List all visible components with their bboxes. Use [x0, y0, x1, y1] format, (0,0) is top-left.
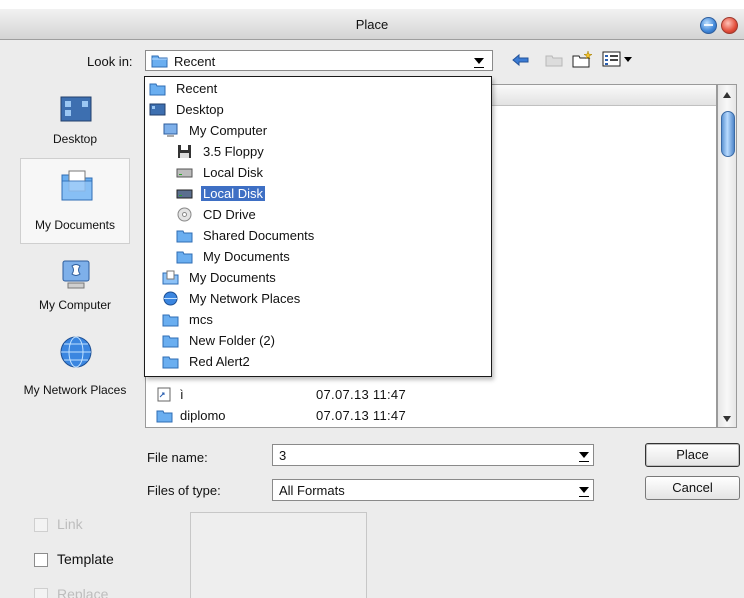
dropdown-item-label: 3.5 Floppy — [203, 144, 264, 159]
floppy-icon — [178, 145, 191, 158]
replace-label: Replace — [57, 586, 109, 598]
folder-icon — [149, 83, 166, 96]
my-computer-icon — [163, 123, 178, 137]
folder-icon — [162, 314, 179, 327]
my-documents-icon — [61, 170, 93, 201]
dropdown-item-label: mcs — [189, 312, 213, 327]
up-folder-icon[interactable] — [545, 53, 563, 67]
chevron-down-icon — [474, 58, 484, 68]
look-in-label: Look in: — [87, 54, 133, 69]
window-top-strip — [0, 0, 744, 9]
place-dialog: Place Look in: Recent Desktop My Documen… — [0, 0, 744, 598]
desktop-icon — [149, 103, 166, 116]
minimize-button[interactable] — [700, 17, 717, 34]
dropdown-item-label: Recent — [176, 81, 218, 96]
shortcut-file-icon — [157, 387, 171, 402]
sidebar-item-my-network-places[interactable]: My Network Places — [20, 334, 130, 416]
dropdown-item-label: Local Disk — [203, 165, 263, 180]
dropdown-item-label: My Documents — [203, 249, 290, 264]
file-type-select[interactable]: All Formats — [272, 479, 594, 501]
template-label: Template — [57, 551, 114, 567]
sidebar-item-my-documents[interactable]: My Documents — [20, 158, 130, 244]
sidebar-item-label: Desktop — [52, 132, 98, 146]
new-folder-icon[interactable] — [572, 50, 594, 68]
title-bar: Place — [0, 9, 744, 40]
sidebar-item-label: My Documents — [34, 218, 116, 232]
look-in-dropdown[interactable]: Recent Desktop My Computer 3.5 Floppy Lo… — [144, 76, 492, 377]
folder-icon — [162, 356, 179, 369]
template-checkbox[interactable] — [34, 553, 48, 567]
desktop-icon — [60, 96, 92, 122]
file-name: diplomo — [180, 408, 226, 423]
file-type-value: All Formats — [279, 483, 345, 498]
network-globe-icon — [60, 336, 92, 368]
look-in-select[interactable]: Recent — [145, 50, 493, 71]
folder-icon — [151, 55, 168, 68]
window-title: Place — [355, 17, 389, 32]
sidebar-item-my-computer[interactable]: My Computer — [20, 254, 130, 324]
back-arrow-icon[interactable] — [512, 53, 530, 67]
folder-icon — [176, 251, 193, 264]
sidebar-item-desktop[interactable]: Desktop — [20, 90, 130, 160]
dropdown-item-label: Red Alert2 — [189, 354, 250, 369]
scroll-up-icon[interactable] — [722, 91, 732, 99]
close-button[interactable] — [721, 17, 738, 34]
file-type-label: Files of type: — [147, 483, 221, 498]
dropdown-item-label: Desktop — [176, 102, 224, 117]
dropdown-item-label: My Documents — [189, 270, 276, 285]
dropdown-item-label: My Network Places — [189, 291, 301, 306]
folder-icon — [176, 230, 193, 243]
dropdown-item-label: CD Drive — [203, 207, 256, 222]
replace-checkbox[interactable] — [34, 588, 48, 598]
link-label: Link — [57, 516, 83, 532]
dropdown-item-label: Local Disk — [201, 186, 265, 201]
dropdown-item-label: Shared Documents — [203, 228, 315, 243]
folder-icon — [162, 335, 179, 348]
cancel-button[interactable]: Cancel — [645, 476, 740, 500]
link-checkbox[interactable] — [34, 518, 48, 532]
scroll-down-icon[interactable] — [722, 415, 732, 423]
minimize-icon — [704, 24, 713, 26]
my-documents-icon — [162, 270, 179, 285]
file-date: 07.07.13 11:47 — [316, 408, 406, 423]
file-name: ì — [180, 387, 184, 402]
file-name-input[interactable]: 3 — [272, 444, 594, 466]
scroll-thumb[interactable] — [721, 111, 735, 157]
sidebar-item-label: My Network Places — [23, 383, 127, 397]
preview-pane — [190, 512, 367, 598]
folder-icon — [156, 410, 173, 423]
network-globe-icon — [163, 291, 178, 306]
vertical-scrollbar[interactable] — [717, 84, 737, 428]
cd-icon — [177, 207, 192, 222]
view-menu-icon[interactable] — [602, 51, 634, 67]
file-date: 07.07.13 11:47 — [316, 387, 406, 402]
chevron-down-icon[interactable] — [579, 452, 589, 462]
dropdown-item-label: New Folder (2) — [189, 333, 275, 348]
my-computer-icon — [62, 260, 90, 289]
dropdown-item-label: My Computer — [189, 123, 268, 138]
chevron-down-icon — [579, 487, 589, 497]
file-name-label: File name: — [147, 450, 208, 465]
file-name-value: 3 — [279, 448, 287, 463]
disk-icon — [176, 168, 193, 178]
place-button[interactable]: Place — [645, 443, 740, 467]
disk-icon — [176, 189, 193, 199]
look-in-value: Recent — [174, 54, 216, 69]
sidebar-item-label: My Computer — [38, 298, 112, 312]
